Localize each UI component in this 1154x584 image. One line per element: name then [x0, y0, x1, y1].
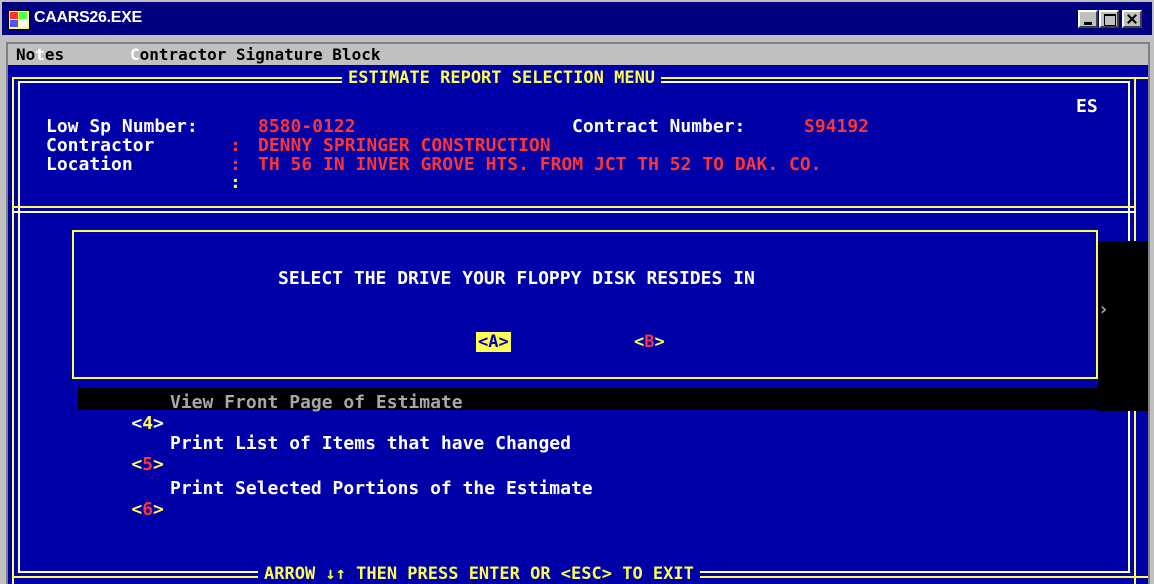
- header-separator-line-inner: [12, 211, 1136, 213]
- contractor-label: Contractor: [46, 135, 155, 156]
- dialog-prompt: SELECT THE DRIVE YOUR FLOPPY DISK RESIDE…: [278, 268, 755, 289]
- contract-number-value: S94192: [804, 116, 870, 137]
- dialog-shadow: [1098, 241, 1148, 411]
- ms-dos-icon: [8, 10, 30, 30]
- menu-notes[interactable]: Notes: [16, 45, 64, 64]
- menu-item-view-front-page-label: View Front Page of Estimate: [170, 392, 463, 413]
- header-separator-line: [12, 206, 1136, 208]
- screen-title: ESTIMATE REPORT SELECTION MENU: [342, 68, 662, 88]
- menubar: Notes Contractor Signature Block: [8, 44, 1148, 65]
- location-label: Location: [46, 154, 133, 175]
- frame-inner-left-line: [18, 81, 20, 573]
- location-value: TH 56 IN INVER GROVE HTS. FROM JCT TH 52…: [258, 154, 822, 175]
- contractor-separator: :: [230, 135, 241, 156]
- menu-item-print-changed-items-label: Print List of Items that have Changed: [170, 433, 571, 454]
- minimize-button[interactable]: [1078, 10, 1098, 28]
- low-sp-value: 8580-0122: [258, 116, 356, 137]
- drive-a-button[interactable]: <A>: [476, 332, 511, 352]
- drive-select-dialog: SELECT THE DRIVE YOUR FLOPPY DISK RESIDE…: [72, 230, 1098, 379]
- location-continuation-separator: :: [230, 172, 241, 193]
- maximize-button[interactable]: [1099, 10, 1119, 28]
- footer-instructions: ARROW ↓↑ THEN PRESS ENTER OR <ESC> TO EX…: [258, 564, 700, 584]
- contractor-value: DENNY SPRINGER CONSTRUCTION: [258, 135, 551, 156]
- drive-b-button[interactable]: <B>: [632, 332, 667, 352]
- menu-item-print-selected-portions[interactable]: <6>: [88, 478, 164, 541]
- scroll-hint-arrow: ›: [1098, 299, 1109, 320]
- close-button[interactable]: [1122, 10, 1142, 28]
- menu-item-print-selected-portions-label: Print Selected Portions of the Estimate: [170, 478, 593, 499]
- window-title: CAARS26.EXE: [34, 9, 142, 26]
- window-titlebar[interactable]: CAARS26.EXE: [0, 0, 1154, 35]
- frame-left-line: [12, 77, 14, 584]
- low-sp-label: Low Sp Number:: [46, 116, 198, 137]
- screen-code: ES: [1076, 96, 1098, 117]
- dos-console: Notes Contractor Signature Block ESTIMAT…: [6, 42, 1150, 584]
- contract-number-label: Contract Number:: [572, 116, 746, 137]
- menu-contractor-signature-block[interactable]: Contractor Signature Block: [130, 45, 380, 64]
